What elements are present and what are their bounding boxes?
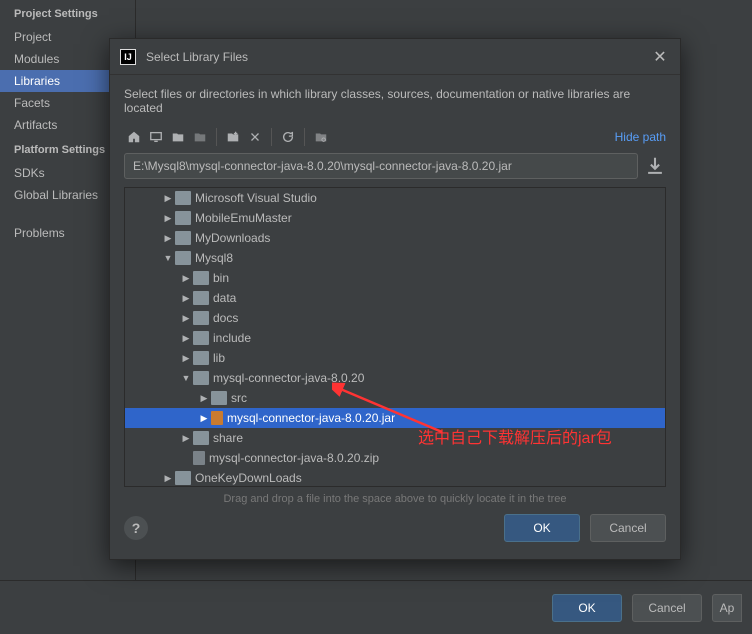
refresh-icon[interactable]	[278, 127, 298, 147]
tree-label: docs	[213, 311, 238, 325]
tree-row[interactable]: ▶ mysql-connector-java-8.0.20.jar	[125, 408, 665, 428]
dialog-hint: Select files or directories in which lib…	[124, 85, 666, 125]
tree-label: mysql-connector-java-8.0.20	[213, 371, 364, 385]
folder-icon	[175, 231, 191, 245]
tree-row[interactable]: ▶ Microsoft Visual Studio	[125, 188, 665, 208]
folder-icon	[193, 291, 209, 305]
tree-label: data	[213, 291, 236, 305]
tree-row[interactable]: ▶ MobileEmuMaster	[125, 208, 665, 228]
chevron-right-icon[interactable]: ▶	[197, 393, 211, 404]
chevron-right-icon[interactable]: ▶	[161, 473, 175, 484]
tree-row[interactable]: ▼ mysql-connector-java-8.0.20	[125, 368, 665, 388]
dialog-cancel-button[interactable]: Cancel	[590, 514, 666, 542]
chevron-down-icon[interactable]: ▼	[161, 253, 175, 263]
tree-row[interactable]: ▼ Mysql8	[125, 248, 665, 268]
folder-icon	[175, 471, 191, 485]
drop-hint: Drag and drop a file into the space abov…	[124, 487, 666, 507]
delete-icon[interactable]	[245, 127, 265, 147]
tree-row[interactable]: ▶ OneKeyDownLoads	[125, 468, 665, 486]
tree-row[interactable]: ▶ include	[125, 328, 665, 348]
folder-icon	[193, 331, 209, 345]
jar-icon	[211, 411, 223, 425]
chevron-right-icon[interactable]: ▶	[197, 413, 211, 424]
main-apply-button[interactable]: Ap	[712, 594, 742, 622]
folder-icon	[193, 431, 209, 445]
dialog-toolbar: Hide path	[124, 125, 666, 153]
tree-label: Microsoft Visual Studio	[195, 191, 317, 205]
folder-icon	[193, 371, 209, 385]
select-library-dialog: IJ Select Library Files ✕ Select files o…	[109, 38, 681, 560]
tree-label: mysql-connector-java-8.0.20.jar	[227, 411, 395, 425]
tree-row[interactable]: ▶ src	[125, 388, 665, 408]
tree-label: OneKeyDownLoads	[195, 471, 302, 485]
folder-icon	[193, 351, 209, 365]
main-cancel-button[interactable]: Cancel	[632, 594, 702, 622]
folder-icon	[175, 251, 191, 265]
folder-icon	[193, 271, 209, 285]
tree-label: src	[231, 391, 247, 405]
chevron-right-icon[interactable]: ▶	[161, 213, 175, 224]
path-input[interactable]	[124, 153, 638, 179]
chevron-right-icon[interactable]: ▶	[179, 273, 193, 284]
folder-icon	[175, 211, 191, 225]
new-folder-icon[interactable]	[223, 127, 243, 147]
tree-label: bin	[213, 271, 229, 285]
tree-label: Mysql8	[195, 251, 233, 265]
tree-label: share	[213, 431, 243, 445]
show-hidden-icon[interactable]	[311, 127, 331, 147]
dialog-ok-button[interactable]: OK	[504, 514, 580, 542]
help-button[interactable]: ?	[124, 516, 148, 540]
zip-icon	[193, 451, 205, 465]
tree-row[interactable]: ▶ lib	[125, 348, 665, 368]
tree-label: mysql-connector-java-8.0.20.zip	[209, 451, 379, 465]
tree-label: MyDownloads	[195, 231, 270, 245]
tree-row[interactable]: ▶ share	[125, 428, 665, 448]
main-ok-button[interactable]: OK	[552, 594, 622, 622]
tree-row[interactable]: ▶ bin	[125, 268, 665, 288]
desktop-icon[interactable]	[146, 127, 166, 147]
chevron-right-icon[interactable]: ▶	[161, 193, 175, 204]
folder-icon	[193, 311, 209, 325]
tree-row[interactable]: ▶ MyDownloads	[125, 228, 665, 248]
chevron-right-icon[interactable]: ▶	[179, 333, 193, 344]
hide-path-link[interactable]: Hide path	[615, 130, 666, 144]
folder-icon	[211, 391, 227, 405]
chevron-right-icon[interactable]: ▶	[179, 293, 193, 304]
tree-row[interactable]: mysql-connector-java-8.0.20.zip	[125, 448, 665, 468]
chevron-right-icon[interactable]: ▶	[179, 313, 193, 324]
tree-label: lib	[213, 351, 225, 365]
chevron-right-icon[interactable]: ▶	[179, 433, 193, 444]
project-dir-icon[interactable]	[168, 127, 188, 147]
tree-label: include	[213, 331, 251, 345]
folder-icon	[175, 191, 191, 205]
main-bottom-bar: OK Cancel Ap	[0, 580, 752, 634]
chevron-right-icon[interactable]: ▶	[161, 233, 175, 244]
dialog-titlebar: IJ Select Library Files ✕	[110, 39, 680, 75]
tree-label: MobileEmuMaster	[195, 211, 292, 225]
chevron-down-icon[interactable]: ▼	[179, 373, 193, 383]
download-icon[interactable]	[644, 155, 666, 177]
tree-row[interactable]: ▶ data	[125, 288, 665, 308]
chevron-right-icon[interactable]: ▶	[179, 353, 193, 364]
close-icon[interactable]: ✕	[650, 47, 670, 67]
tree-row[interactable]: ▶ docs	[125, 308, 665, 328]
sidebar-section-project: Project Settings	[0, 0, 135, 26]
module-dir-icon[interactable]	[190, 127, 210, 147]
intellij-icon: IJ	[120, 49, 136, 65]
dialog-title: Select Library Files	[146, 50, 650, 64]
file-tree[interactable]: ▶ Microsoft Visual Studio ▶ MobileEmuMaster…	[124, 187, 666, 487]
home-icon[interactable]	[124, 127, 144, 147]
